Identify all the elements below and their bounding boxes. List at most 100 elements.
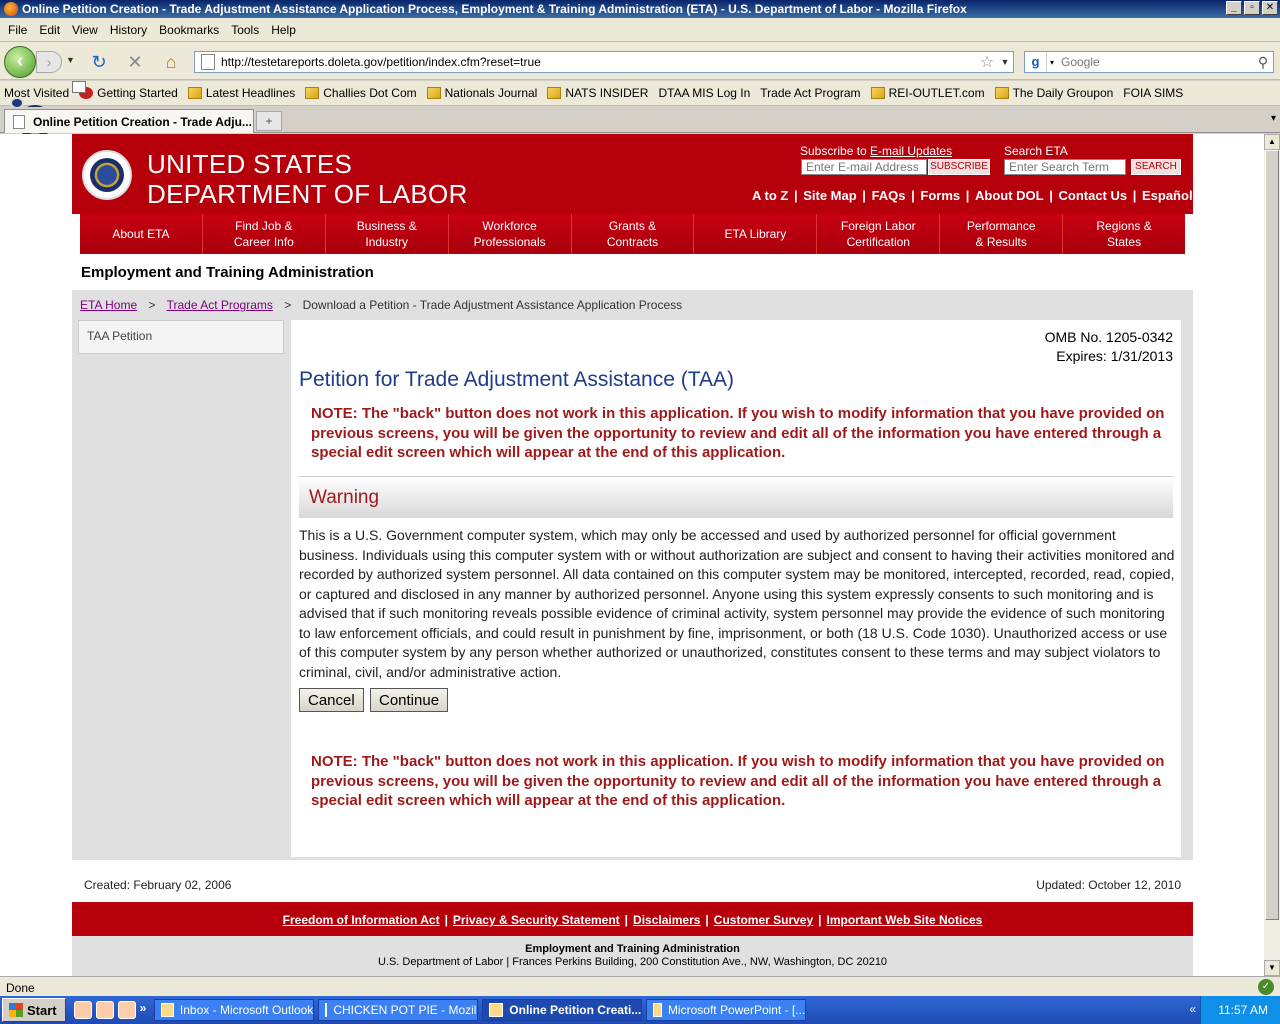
quick-launch-outlook-icon[interactable] [73,1001,92,1019]
bookmark-trade-act-program[interactable]: Trade Act Program [10,86,861,139]
clock: 11:57 AM [1218,1003,1268,1017]
quick-launch: » [73,1001,147,1019]
page-viewport: UNITED STATES DEPARTMENT OF LABOR Subscr… [0,134,1264,976]
link-contact-us[interactable]: Contact Us [1058,188,1127,203]
footer-link-notices[interactable]: Important Web Site Notices [827,913,983,927]
firefox-icon [4,2,18,16]
menu-help[interactable]: Help [265,23,302,37]
link-forms[interactable]: Forms [920,188,960,203]
minimize-button[interactable]: _ [1226,1,1242,15]
search-engine-dropdown-icon[interactable]: ▾ [1047,58,1057,67]
bookmark-star-icon[interactable]: ☆ [977,52,997,72]
page-dates: Created: February 02, 2006 Updated: Octo… [72,870,1193,900]
link-a-to-z[interactable]: A to Z [752,188,788,203]
addon-status-icon[interactable]: ✓ [1258,979,1274,995]
url-dropdown-icon[interactable]: ▼ [997,57,1013,67]
address-bar[interactable]: ☆ ▼ [194,51,1014,73]
nav-business-industry[interactable]: Business & Industry [325,214,449,254]
nav-performance-results[interactable]: Performance & Results [940,214,1064,254]
bookmark-latest-headlines[interactable]: Latest Headlines [187,86,295,100]
continue-button[interactable]: Continue [370,688,449,712]
home-icon[interactable]: ⌂ [160,51,182,73]
forward-button[interactable]: › [36,51,62,73]
stop-icon[interactable]: ✕ [124,51,146,73]
bookmark-the-daily-groupon[interactable]: The Daily Groupon [994,86,1113,100]
link-espanol[interactable]: Español [1142,188,1193,203]
maximize-button[interactable]: ▫ [1244,1,1260,15]
quick-launch-firefox-icon[interactable] [117,1001,136,1019]
menu-view[interactable]: View [66,23,104,37]
page-title: Petition for Trade Adjustment Assistance… [299,368,734,391]
link-faqs[interactable]: FAQs [872,188,906,203]
nav-about-eta[interactable]: About ETA [80,214,203,254]
footer-link-foia[interactable]: Freedom of Information Act [283,913,440,927]
vertical-scrollbar[interactable]: ▲ ▼ [1264,134,1280,976]
menu-history[interactable]: History [104,23,153,37]
task-online-petition-creati[interactable]: Online Petition Creati... [482,999,643,1021]
email-input[interactable] [801,159,927,175]
dol-page: UNITED STATES DEPARTMENT OF LABOR Subscr… [72,134,1193,976]
breadcrumb-eta-home[interactable]: ETA Home [80,298,137,312]
tray-expand-icon[interactable]: « [1189,1002,1196,1016]
new-tab-button[interactable]: + [256,111,282,131]
search-input[interactable] [1057,55,1253,69]
task-microsoft-powerpoint[interactable]: Microsoft PowerPoint - [... [646,999,807,1021]
footer-link-privacy[interactable]: Privacy & Security Statement [453,913,620,927]
reload-icon[interactable]: ↻ [88,51,110,73]
search-bar[interactable]: g ▾ ⚲ [1024,51,1274,73]
menu-bookmarks[interactable]: Bookmarks [153,23,225,37]
history-dropdown-icon[interactable]: ▼ [66,55,75,65]
back-button[interactable]: ‹ [4,46,36,78]
eta-search-input[interactable] [1004,159,1126,175]
bookmark-nationals-journal[interactable]: Nationals Journal [426,86,537,100]
bookmark-rei-outlet-com[interactable]: REI-OUTLET.com [870,86,985,100]
app-icon [653,1003,662,1017]
quick-launch-more-icon[interactable]: » [140,1001,147,1019]
email-updates-link[interactable]: E-mail Updates [870,144,952,158]
nav-eta-library[interactable]: ETA Library [694,214,818,254]
cancel-button[interactable]: Cancel [299,688,364,712]
footer-links: Freedom of Information Act | Privacy & Sec… [72,902,1193,936]
link-site-map[interactable]: Site Map [803,188,856,203]
menu-bar: File Edit View History Bookmarks Tools H… [0,18,1280,42]
task-chicken-pot-pie-mozil[interactable]: CHICKEN POT PIE - Mozil... [318,999,479,1021]
menu-tools[interactable]: Tools [225,23,265,37]
search-button[interactable]: SEARCH [1131,159,1181,175]
url-input[interactable] [221,55,977,69]
bookmark-foia-sims[interactable]: FOIA SIMS [72,81,1183,100]
nav-regions-states[interactable]: Regions & States [1063,214,1186,254]
tab-online-petition[interactable]: Online Petition Creation - Trade Adju... [4,109,254,133]
bookmark-dtaa-mis-log-in[interactable]: DTAA MIS Log In [72,81,750,100]
close-button[interactable]: ✕ [1262,1,1278,15]
nav-foreign-labor-certification[interactable]: Foreign Labor Certification [817,214,941,254]
bookmark-challies-dot-com[interactable]: Challies Dot Com [305,86,417,100]
dol-seal-logo[interactable] [82,150,132,200]
footer-link-disclaimers[interactable]: Disclaimers [633,913,700,927]
scroll-thumb[interactable] [1265,150,1279,920]
nav-grants-contracts[interactable]: Grants & Contracts [571,214,695,254]
bookmark-getting-started[interactable]: Getting Started [79,86,178,100]
scroll-down-icon[interactable]: ▼ [1264,960,1280,976]
subscribe-button[interactable]: SUBSCRIBE [928,159,990,175]
page-icon [13,114,25,129]
tab-list-icon[interactable]: ▾ [1271,113,1276,124]
menu-edit[interactable]: Edit [33,23,66,37]
rss-folder-icon [426,87,441,99]
navigation-toolbar: ‹ › ▼ ↻ ✕ ⌂ ☆ ▼ g ▾ ⚲ [0,42,1280,80]
sidebar-item-taa-petition[interactable]: TAA Petition [78,320,284,354]
task-inbox-microsoft-outlook[interactable]: Inbox - Microsoft Outlook [154,999,315,1021]
dol-name[interactable]: UNITED STATES DEPARTMENT OF LABOR [147,149,468,209]
menu-file[interactable]: File [2,23,33,37]
nav-find-job-career-info[interactable]: Find Job & Career Info [202,214,326,254]
footer-link-survey[interactable]: Customer Survey [714,913,813,927]
nav-workforce-professionals[interactable]: Workforce Professionals [448,214,572,254]
bookmark-nats-insider[interactable]: NATS INSIDER [547,86,648,100]
main-nav: About ETA Find Job & Career Info Business &… [80,214,1186,254]
quick-launch-ie-icon[interactable] [95,1001,114,1019]
breadcrumb-trade-act-programs[interactable]: Trade Act Programs [167,298,273,312]
start-button[interactable]: Start [2,998,66,1022]
search-icon[interactable]: ⚲ [1253,54,1273,71]
scroll-up-icon[interactable]: ▲ [1264,134,1280,150]
link-about-dol[interactable]: About DOL [975,188,1044,203]
google-icon[interactable]: g [1025,53,1047,71]
